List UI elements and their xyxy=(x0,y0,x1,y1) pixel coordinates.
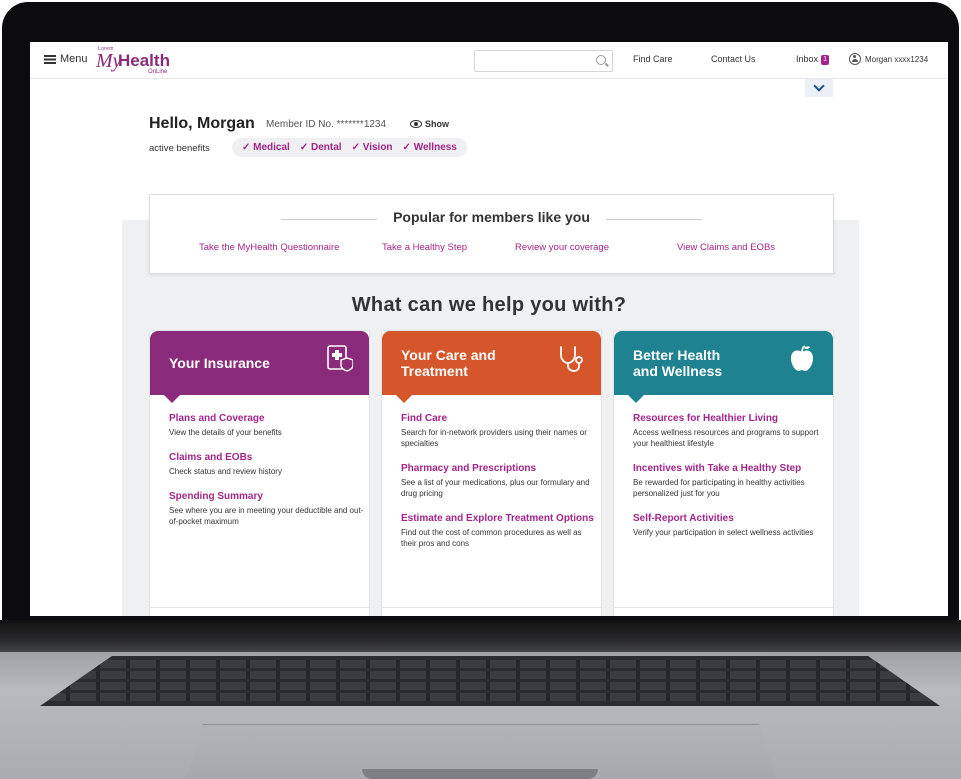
help-heading: What can we help you with? xyxy=(351,294,627,316)
item-description: Check status and review history xyxy=(169,467,282,476)
card-better-health-and-wellness: Better Health and Wellness Resources for… xyxy=(613,330,834,616)
hamburger-icon xyxy=(44,54,56,64)
card-title-line2: Treatment xyxy=(401,363,468,379)
card-item[interactable]: Self-Report Activities Verify your parti… xyxy=(633,513,828,538)
item-title[interactable]: Plans and Coverage xyxy=(169,413,364,425)
card-your-care-and-treatment: Your Care and Treatment Find Care Search… xyxy=(381,330,602,616)
item-title[interactable]: Resources for Healthier Living xyxy=(633,413,828,425)
card-item[interactable]: Incentives with Take a Healthy Step Be r… xyxy=(633,463,828,499)
benefit-wellness[interactable]: ✓ Wellness xyxy=(403,142,457,153)
logo-health: Health xyxy=(118,51,170,70)
keyboard xyxy=(40,656,940,706)
top-navigation-bar: Menu Lorem My Health OnLine Find Care Co… xyxy=(30,42,948,79)
inbox-link[interactable]: Inbox 1 xyxy=(796,54,830,65)
item-title[interactable]: Pharmacy and Prescriptions xyxy=(401,463,596,475)
card-header[interactable]: Your Care and Treatment xyxy=(382,331,601,403)
item-title[interactable]: Find Care xyxy=(401,413,596,425)
card-item[interactable]: Estimate and Explore Treatment Options F… xyxy=(401,513,596,549)
item-description: Find out the cost of common procedures a… xyxy=(401,528,582,548)
card-title: Your Insurance xyxy=(169,355,270,371)
card-item[interactable]: Spending Summary See where you are in me… xyxy=(169,491,364,527)
card-your-insurance: Your Insurance Plans and Coverage View t… xyxy=(149,330,370,616)
contact-us-link[interactable]: Contact Us xyxy=(711,54,756,64)
item-description: See where you are in meeting your deduct… xyxy=(169,506,364,526)
item-description: View the details of your benefits xyxy=(169,428,282,437)
item-description: See a list of your medications, plus our… xyxy=(401,478,590,498)
deck-notch xyxy=(362,769,598,779)
card-item[interactable]: Find Care Search for in-network provider… xyxy=(401,413,596,449)
card-header[interactable]: Better Health and Wellness xyxy=(614,331,833,403)
card-title-line2: and Wellness xyxy=(633,363,723,379)
item-description: Verify your participation in select well… xyxy=(633,528,814,537)
search-icon[interactable] xyxy=(596,55,606,65)
inbox-label: Inbox xyxy=(796,54,819,64)
menu-button[interactable]: Menu xyxy=(44,53,88,65)
chevron-down-icon[interactable] xyxy=(805,79,833,97)
popular-link-claims[interactable]: View Claims and EOBs xyxy=(677,242,775,253)
benefit-dental[interactable]: ✓ Dental xyxy=(300,142,342,153)
popular-for-members-card: Popular for members like you Take the My… xyxy=(149,194,834,274)
card-title-line1: Your Care and xyxy=(401,347,496,363)
item-title[interactable]: Estimate and Explore Treatment Options xyxy=(401,513,596,525)
card-footer-divider xyxy=(150,607,369,608)
laptop-screen: Menu Lorem My Health OnLine Find Care Co… xyxy=(30,42,948,616)
item-title[interactable]: Claims and EOBs xyxy=(169,452,364,464)
eye-icon xyxy=(410,120,422,128)
apple-icon xyxy=(791,345,813,371)
popular-link-healthy-step[interactable]: Take a Healthy Step xyxy=(382,242,467,253)
card-body: Find Care Search for in-network provider… xyxy=(401,413,596,563)
user-avatar-icon xyxy=(849,53,861,65)
card-body: Resources for Healthier Living Access we… xyxy=(633,413,828,552)
menu-label: Menu xyxy=(60,53,88,65)
greeting-heading: Hello, Morgan xyxy=(149,115,255,132)
item-title[interactable]: Self-Report Activities xyxy=(633,513,828,525)
popular-title: Popular for members like you xyxy=(393,209,590,225)
search-input[interactable] xyxy=(474,50,613,72)
active-benefits-label: active benefits xyxy=(149,143,210,154)
benefit-medical[interactable]: ✓ Medical xyxy=(242,142,290,153)
user-name: Morgan xxxx1234 xyxy=(865,54,929,64)
member-id: Member ID No. *******1234 xyxy=(266,119,387,130)
card-item[interactable]: Resources for Healthier Living Access we… xyxy=(633,413,828,449)
stethoscope-icon xyxy=(560,346,583,372)
find-care-link[interactable]: Find Care xyxy=(633,54,673,64)
card-footer-divider xyxy=(382,607,601,608)
show-label: Show xyxy=(425,119,449,129)
item-title[interactable]: Incentives with Take a Healthy Step xyxy=(633,463,828,475)
show-member-id-button[interactable]: Show xyxy=(410,119,449,129)
card-footer-divider xyxy=(614,607,833,608)
inbox-count-badge: 1 xyxy=(821,54,830,65)
item-description: Search for in-network providers using th… xyxy=(401,428,587,448)
card-body: Plans and Coverage View the details of y… xyxy=(169,413,364,541)
insurance-document-icon xyxy=(327,345,353,372)
active-benefits-list: ✓ Medical ✓ Dental ✓ Vision ✓ Wellness xyxy=(232,138,467,157)
popular-link-questionnaire[interactable]: Take the MyHealth Questionnaire xyxy=(199,242,339,253)
laptop-hinge xyxy=(0,620,961,654)
card-item[interactable]: Claims and EOBs Check status and review … xyxy=(169,452,364,477)
item-description: Be rewarded for participating in healthy… xyxy=(633,478,805,498)
popular-link-review-coverage[interactable]: Review your coverage xyxy=(515,242,609,253)
item-title[interactable]: Spending Summary xyxy=(169,491,364,503)
laptop-keyboard-deck xyxy=(0,652,961,779)
benefit-vision[interactable]: ✓ Vision xyxy=(352,142,393,153)
card-title-line1: Better Health xyxy=(633,347,721,363)
card-item[interactable]: Pharmacy and Prescriptions See a list of… xyxy=(401,463,596,499)
logo-online: OnLine xyxy=(148,69,168,75)
item-description: Access wellness resources and programs t… xyxy=(633,428,819,448)
card-item[interactable]: Plans and Coverage View the details of y… xyxy=(169,413,364,438)
card-header[interactable]: Your Insurance xyxy=(150,331,369,403)
user-account-link[interactable]: Morgan xxxx1234 xyxy=(849,53,928,65)
